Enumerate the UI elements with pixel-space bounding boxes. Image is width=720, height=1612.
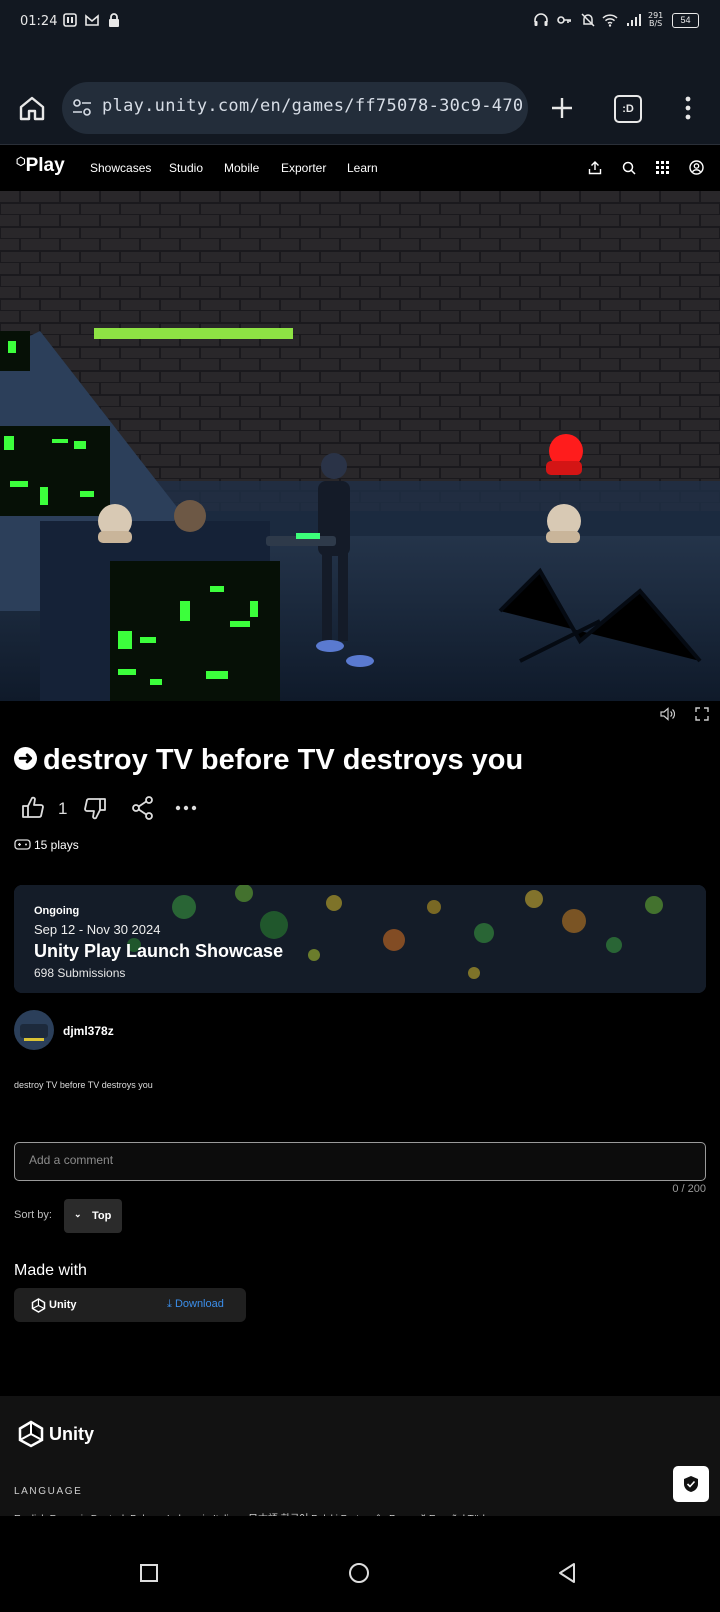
tab-switcher-button[interactable]: :D: [614, 95, 642, 123]
browser-toolbar: play.unity.com/en/games/ff75078-30c9-470…: [0, 44, 720, 145]
author-name[interactable]: djml378z: [63, 1024, 114, 1038]
health-bar: [94, 328, 293, 339]
sort-dropdown[interactable]: ⌄ Top: [64, 1199, 122, 1233]
nav-studio[interactable]: Studio: [169, 161, 203, 175]
shield-icon: [684, 1476, 698, 1492]
game-description: destroy TV before TV destroys you: [14, 1080, 153, 1090]
comment-char-counter: 0 / 200: [672, 1183, 706, 1195]
wifi-icon: [602, 14, 618, 27]
nav-exporter[interactable]: Exporter: [281, 161, 326, 175]
net-speed: 291 B/S: [648, 11, 664, 28]
back-nav-icon[interactable]: [557, 1562, 577, 1584]
system-nav-bar: [0, 1516, 720, 1612]
sim-icon: [63, 13, 77, 27]
nav-showcases[interactable]: Showcases: [90, 161, 151, 175]
play-logo[interactable]: ⬡Play: [16, 155, 65, 177]
headset-icon: [534, 13, 548, 26]
showcase-name: Unity Play Launch Showcase: [34, 941, 284, 961]
showcase-dates: Sep 12 - Nov 30 2024: [34, 922, 161, 937]
gmail-icon: [85, 14, 99, 26]
showcase-banner[interactable]: Ongoing Sep 12 - Nov 30 2024 Unity Play …: [14, 885, 706, 993]
recents-icon[interactable]: [139, 1563, 159, 1583]
like-icon[interactable]: [20, 795, 46, 821]
upload-icon[interactable]: [588, 161, 602, 175]
clock: 01:24: [20, 14, 58, 29]
gamepad-icon: [14, 839, 31, 850]
sort-label: Sort by:: [14, 1209, 52, 1221]
home-icon[interactable]: [18, 94, 46, 122]
battery-icon: 54: [672, 13, 699, 28]
url-text[interactable]: play.unity.com/en/games/ff75078-30c9-470…: [102, 96, 522, 116]
share-icon[interactable]: [130, 795, 156, 821]
status-bar: 01:24 291 B/S 54: [0, 0, 720, 44]
like-count: 1: [58, 799, 68, 818]
comment-input[interactable]: [27, 1152, 691, 1168]
plays-count: 15 plays: [14, 838, 79, 852]
avatar[interactable]: [14, 1010, 54, 1050]
download-icon: ⤓: [167, 1298, 172, 1310]
unity-footer-logo-icon[interactable]: [18, 1420, 44, 1448]
privacy-shield-button[interactable]: [673, 1466, 709, 1502]
footer-logo-text[interactable]: Unity: [49, 1424, 94, 1445]
signal-icon: [627, 14, 641, 26]
game-canvas[interactable]: [0, 191, 720, 701]
new-tab-icon[interactable]: [548, 94, 576, 122]
made-with-heading: Made with: [14, 1262, 87, 1279]
engine-card: Unity ⤓ Download: [14, 1288, 246, 1322]
back-arrow-icon[interactable]: ➜: [14, 746, 37, 770]
showcase-status: Ongoing: [34, 905, 80, 917]
home-nav-icon[interactable]: [348, 1562, 370, 1584]
lock-icon: [109, 13, 119, 27]
apps-grid-icon[interactable]: [656, 161, 669, 174]
nav-learn[interactable]: Learn: [347, 161, 378, 175]
more-options-icon[interactable]: [174, 795, 198, 821]
chevron-down-icon: ⌄: [74, 1209, 82, 1219]
nav-mobile[interactable]: Mobile: [224, 161, 259, 175]
search-icon[interactable]: [622, 161, 636, 175]
footer: Unity: [0, 1396, 720, 1516]
volume-icon[interactable]: [660, 707, 675, 721]
key-icon: [557, 16, 571, 24]
more-menu-icon[interactable]: [682, 94, 694, 122]
download-link[interactable]: ⤓ Download: [167, 1298, 224, 1311]
account-icon[interactable]: [689, 160, 704, 175]
showcase-submissions: 698 Submissions: [34, 966, 126, 980]
mute-icon: [581, 13, 595, 27]
page-title: ➜ destroy TV before TV destroys you: [14, 744, 523, 777]
comment-box[interactable]: [14, 1142, 706, 1181]
player-controls: [0, 701, 720, 727]
dislike-icon[interactable]: [82, 795, 108, 821]
engine-name: Unity: [49, 1299, 77, 1311]
fullscreen-icon[interactable]: [695, 707, 709, 721]
site-navbar: ⬡Play Showcases Studio Mobile Exporter L…: [0, 145, 720, 192]
language-label: LANGUAGE: [14, 1486, 83, 1497]
unity-logo-icon: [31, 1298, 46, 1313]
site-settings-icon[interactable]: [72, 98, 92, 118]
